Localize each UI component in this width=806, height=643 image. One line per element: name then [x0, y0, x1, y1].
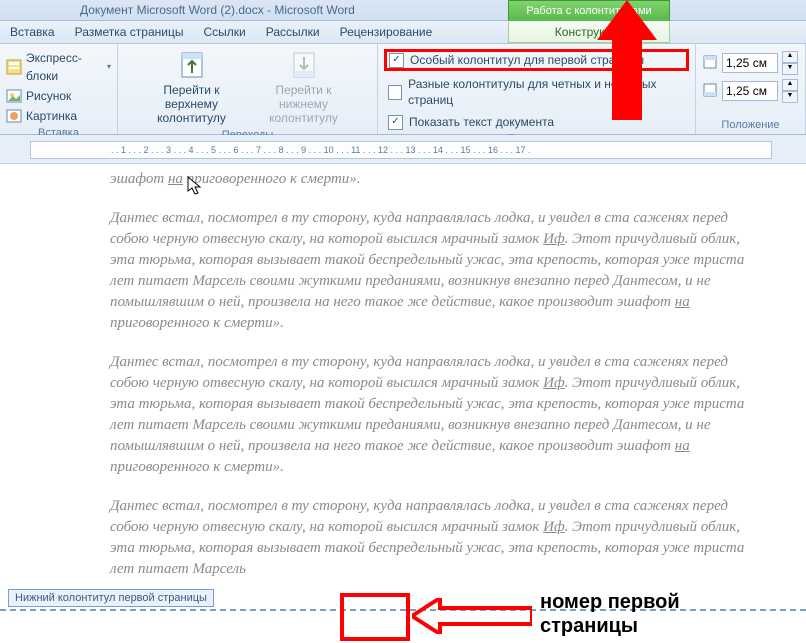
- contextual-tab-title: Работа с колонтитулами: [508, 0, 670, 21]
- ruler-band: . . 1 . . . 2 . . . 3 . . . 4 . . . 5 . …: [0, 135, 806, 164]
- chk-odd-even-row[interactable]: Разные колонтитулы для четных и нечетных…: [384, 75, 689, 109]
- annotation-text: номер первой страницы: [540, 590, 680, 638]
- goto-header-button[interactable]: Перейти к верхнему колонтитулу: [136, 47, 248, 127]
- window-title: Документ Microsoft Word (2).docx - Micro…: [80, 3, 355, 17]
- chk-odd-even[interactable]: [388, 85, 402, 100]
- footer-margin-icon: [702, 82, 718, 101]
- chk-show-doc[interactable]: ✓: [388, 115, 403, 130]
- footer-from-bottom: ▲ ▼: [702, 79, 798, 103]
- dropdown-icon: ▾: [107, 58, 111, 76]
- title-bar: Документ Microsoft Word (2).docx - Micro…: [0, 0, 806, 21]
- goto-footer-icon: [288, 49, 320, 81]
- picture-button[interactable]: Рисунок: [6, 87, 111, 105]
- ruler-ticks: . . 1 . . . 2 . . . 3 . . . 4 . . . 5 . …: [111, 142, 531, 158]
- clipart-icon: [6, 108, 22, 124]
- goto-header-label: Перейти к верхнему колонтитулу: [142, 83, 242, 125]
- chk-show-doc-label: Показать текст документа: [409, 114, 554, 130]
- goto-footer-button: Перейти к нижнему колонтитулу: [248, 47, 360, 127]
- clipart-label: Картинка: [26, 107, 77, 125]
- footer-tag: Нижний колонтитул первой страницы: [8, 589, 214, 607]
- tab-layout[interactable]: Разметка страницы: [65, 21, 194, 43]
- group-insert: Экспресс-блоки ▾ Рисунок Картинка Встав: [0, 44, 118, 134]
- express-blocks-button[interactable]: Экспресс-блоки ▾: [6, 49, 111, 85]
- document-body: эшафот на приговоренного к смерти». Дант…: [110, 169, 750, 598]
- chk-odd-even-label: Разные колонтитулы для четных и нечетных…: [408, 76, 685, 108]
- picture-icon: [6, 88, 22, 104]
- header-margin-icon: [702, 54, 718, 73]
- group-transitions: Перейти к верхнему колонтитулу Перейти к…: [118, 44, 378, 134]
- spin-up[interactable]: ▲: [782, 51, 798, 63]
- footer-divider: [0, 609, 806, 611]
- tab-insert[interactable]: Вставка: [0, 21, 65, 43]
- document-area[interactable]: эшафот на приговоренного к смерти». Дант…: [0, 164, 806, 643]
- spin-down[interactable]: ▼: [782, 91, 798, 103]
- horizontal-ruler[interactable]: . . 1 . . . 2 . . . 3 . . . 4 . . . 5 . …: [30, 141, 772, 159]
- express-blocks-icon: [6, 59, 22, 75]
- header-from-top: ▲ ▼: [702, 51, 798, 75]
- group-parameters: ✓ Особый колонтитул для первой страницы …: [378, 44, 696, 134]
- ribbon-tabs: Вставка Разметка страницы Ссылки Рассылк…: [0, 21, 806, 44]
- tab-references[interactable]: Ссылки: [193, 21, 255, 43]
- tab-review[interactable]: Рецензирование: [330, 21, 443, 43]
- clipart-button[interactable]: Картинка: [6, 107, 111, 125]
- chk-first-page-row[interactable]: ✓ Особый колонтитул для первой страницы: [384, 49, 689, 71]
- goto-footer-label: Перейти к нижнему колонтитулу: [254, 83, 354, 125]
- chk-show-doc-row[interactable]: ✓ Показать текст документа: [384, 113, 689, 131]
- spin-up[interactable]: ▲: [782, 79, 798, 91]
- tab-constructor[interactable]: Конструктор: [508, 22, 670, 43]
- chk-first-page-label: Особый колонтитул для первой страницы: [410, 52, 644, 68]
- chk-first-page[interactable]: ✓: [389, 53, 404, 68]
- spin-down[interactable]: ▼: [782, 63, 798, 75]
- footer-from-bottom-input[interactable]: [722, 81, 778, 101]
- group-position-label: Положение: [702, 117, 799, 133]
- group-position: ▲ ▼ ▲ ▼ Положение: [696, 44, 806, 134]
- tab-mailings[interactable]: Рассылки: [256, 21, 330, 43]
- goto-header-icon: [176, 49, 208, 81]
- header-from-top-input[interactable]: [722, 53, 778, 73]
- ribbon: Экспресс-блоки ▾ Рисунок Картинка Встав: [0, 44, 806, 135]
- picture-label: Рисунок: [26, 87, 71, 105]
- express-blocks-label: Экспресс-блоки: [26, 49, 103, 85]
